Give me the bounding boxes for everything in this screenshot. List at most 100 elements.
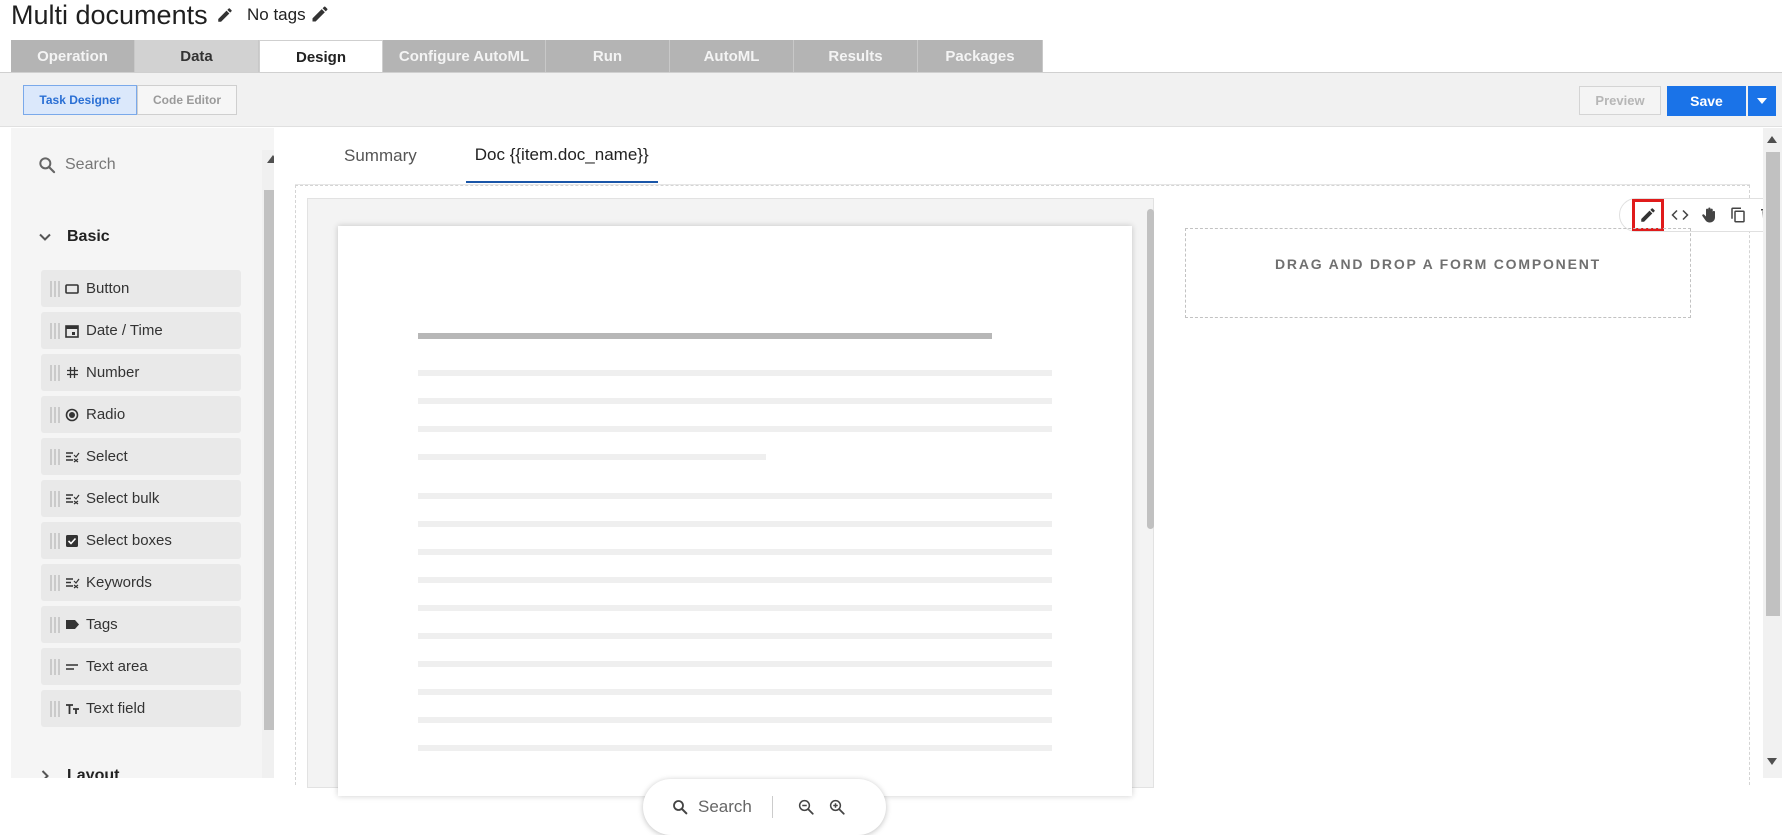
design-canvas: Summary Doc {{item.doc_name}} Search DRA… [275,128,1782,835]
drag-handle-icon [50,322,60,339]
text-field-icon [64,701,80,717]
tag-icon [64,617,80,633]
text-line [418,398,1052,404]
drag-handle-icon [50,406,60,423]
component-date-time[interactable]: Date / Time [41,312,241,349]
text-line-heading [418,333,992,339]
text-line [418,370,1052,376]
drag-handle-icon [50,616,60,633]
select-bulk-icon [64,491,80,507]
group-basic-header[interactable]: Basic [37,225,110,249]
component-select-bulk[interactable]: Select bulk [41,480,241,517]
component-button[interactable]: Button [41,270,241,307]
drag-handle-icon [50,448,60,465]
main-tab-bar: Operation Data Design Configure AutoML R… [11,40,1043,74]
text-line [418,493,1052,499]
component-label: Select bulk [86,490,160,507]
code-editor-button[interactable]: Code Editor [137,85,237,115]
drag-hand-icon[interactable] [1696,202,1722,228]
component-label: Select boxes [86,532,172,549]
component-text-field[interactable]: Text field [41,690,241,727]
component-text-area[interactable]: Text area [41,648,241,685]
component-label: Keywords [86,574,152,591]
form-drop-zone[interactable]: DRAG AND DROP A FORM COMPONENT [1185,228,1691,318]
page-scroll-thumb[interactable] [1766,152,1780,616]
group-layout-header[interactable]: Layout [37,764,119,778]
text-line [418,745,1052,751]
tab-packages[interactable]: Packages [918,40,1043,73]
chevron-down-icon [39,233,51,241]
edit-tags-pencil-icon[interactable] [310,4,330,24]
search-icon [37,155,57,175]
component-palette: Basic Button Date / Time Number Radio Se… [11,128,274,778]
component-label: Radio [86,406,126,423]
text-line [418,426,1052,432]
component-number[interactable]: Number [41,354,241,391]
tab-doc-item[interactable]: Doc {{item.doc_name}} [465,128,658,183]
component-label: Number [86,364,140,381]
form-drop-pane: DRAG AND DROP A FORM COMPONENT [1155,198,1782,788]
text-line [418,577,1052,583]
viewer-controls: Search [643,779,886,835]
component-label: Text area [86,658,148,675]
page-header: Multi documents No tags [0,0,1782,34]
drag-handle-icon [50,532,60,549]
radio-icon [64,407,80,423]
component-keywords[interactable]: Keywords [41,564,241,601]
task-designer-button[interactable]: Task Designer [23,85,137,115]
document-tab-bar: Summary Doc {{item.doc_name}} [335,128,698,183]
scroll-down-arrow-icon[interactable] [1767,758,1777,765]
tab-automl[interactable]: AutoML [670,40,794,73]
edit-component-pencil-icon[interactable] [1632,199,1664,231]
palette-scrollbar[interactable] [262,150,274,778]
tab-run[interactable]: Run [546,40,670,73]
text-line [418,605,1052,611]
component-select[interactable]: Select [41,438,241,475]
tab-data[interactable]: Data [135,40,259,73]
save-dropdown-button[interactable] [1748,86,1776,116]
preview-button[interactable]: Preview [1579,86,1661,115]
component-radio[interactable]: Radio [41,396,241,433]
designer-toolbar: Task Designer Code Editor Preview Save [0,73,1782,127]
drag-handle-icon [50,280,60,297]
edit-title-pencil-icon[interactable] [216,6,234,24]
button-icon [64,281,80,297]
search-icon[interactable] [671,798,689,816]
text-line [418,689,1052,695]
tab-design[interactable]: Design [259,40,383,74]
scroll-up-arrow-icon[interactable] [1767,136,1777,143]
component-tags[interactable]: Tags [41,606,241,643]
copy-icon[interactable] [1725,202,1751,228]
select-icon [64,449,80,465]
viewer-divider [771,796,773,818]
zoom-in-icon[interactable] [828,798,846,816]
zoom-out-icon[interactable] [797,798,815,816]
tab-summary[interactable]: Summary [335,128,426,183]
component-label: Text field [86,700,146,717]
pdf-viewer-scroll-thumb[interactable] [1147,209,1154,529]
scroll-up-arrow-icon[interactable] [267,155,274,163]
component-actions-toolbar [1619,198,1782,232]
component-search-input[interactable] [65,150,245,180]
component-select-boxes[interactable]: Select boxes [41,522,241,559]
text-line [418,454,766,460]
component-label: Select [86,448,128,465]
tab-configure-automl[interactable]: Configure AutoML [383,40,546,73]
page-scrollbar[interactable] [1763,128,1782,778]
text-area-icon [64,659,80,675]
tab-operation[interactable]: Operation [11,40,135,73]
group-layout-label: Layout [67,767,120,778]
component-list: Button Date / Time Number Radio Select S… [41,270,241,732]
tab-results[interactable]: Results [794,40,918,73]
save-button[interactable]: Save [1667,86,1746,116]
viewer-search-label[interactable]: Search [698,797,752,817]
palette-scroll-thumb[interactable] [264,190,274,730]
pdf-page-placeholder [338,226,1132,796]
tags-label: No tags [247,5,306,24]
code-icon[interactable] [1667,202,1693,228]
text-line [418,717,1052,723]
group-basic-label: Basic [67,228,110,245]
drag-handle-icon [50,364,60,381]
drag-handle-icon [50,490,60,507]
checkbox-icon [64,533,80,549]
